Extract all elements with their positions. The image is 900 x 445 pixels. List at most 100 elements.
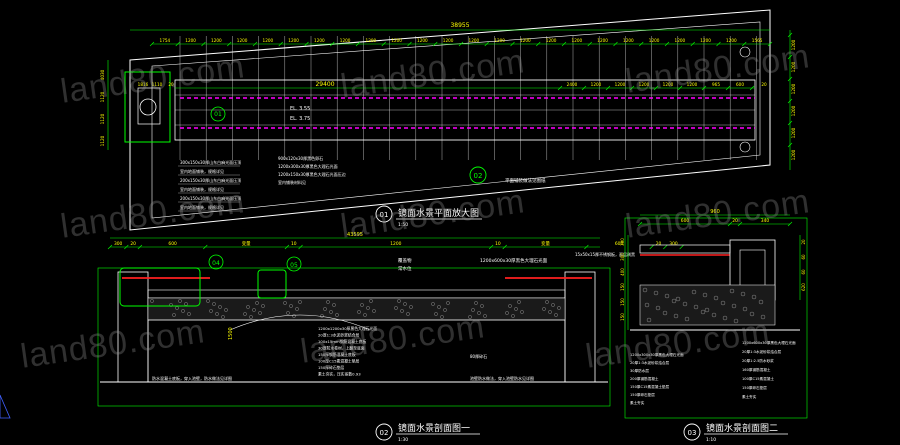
section1-top-dims: 300 20 600 变量 10 1200 10 变量 600 20 300 — [107, 240, 684, 250]
section2-wall-inner — [739, 249, 766, 291]
section2-note-right: 160厚钢筋混凝土 — [742, 367, 771, 372]
section1-dim-vertical: 1500 — [228, 327, 234, 340]
plan-top-dim-label: 1565 — [752, 38, 763, 43]
section2-notes-left: 1200x300x30厚黑色大理石光面 20厚1:3水泥砂浆结合层 30厚防水层 20… — [630, 352, 684, 405]
plan-overall-dim: 38955 — [450, 22, 469, 29]
plan-note-left: 室内地面铺装，规格详见 — [180, 186, 224, 192]
plan-top-dim-label: 1200 — [314, 38, 325, 43]
section1-left-wall — [117, 271, 149, 383]
section1-notes: 1200x1200x30厚黑色大理石光面 20厚1:3水泥砂浆结合层100x15m… — [318, 326, 377, 377]
plan-left-small-dims: 1816 1110 20 — [138, 82, 174, 87]
plan-note-mid: 室内铺装材料见 — [278, 179, 306, 185]
section2-left-vdim: 300 — [620, 253, 625, 261]
section2-note-left: 20厚1:3水泥砂浆结合层 — [630, 360, 670, 365]
plan-top-dim-label: 1200 — [726, 38, 737, 43]
section2-right-vdim: 60 — [801, 254, 806, 260]
level-label-2: EL. 3.75 — [290, 116, 310, 122]
section2-scale: 1:10 — [706, 437, 716, 443]
section1-title: 镜面水景剖面图一 — [398, 422, 470, 434]
section2-slab — [639, 244, 731, 254]
plan-mid-dim-label: 1200 — [663, 82, 674, 87]
section2-note-left: 1200x300x30厚黑色大理石光面 — [630, 352, 684, 357]
plan-top-dim-label: 1200 — [649, 38, 660, 43]
section1-dim-label: 300 — [669, 241, 678, 247]
plan-left-small-dim: 1816 — [138, 82, 149, 87]
plan-title: 镜面水景平面放大图 — [398, 207, 479, 219]
section2-notes-right: 1200x600x30厚黑色大理石光面 20厚1:3水泥砂浆结合层 20厚1:2.5… — [742, 340, 796, 399]
plan-top-dim-label: 1200 — [211, 38, 222, 43]
plan-detail-circle — [139, 98, 157, 116]
section1-note: 30厚防水卷材，上翻至底面 — [318, 346, 365, 351]
plan-notes-mid: 900x120x30厚黑色卵石 1200x300x30厚黑色大理石光面 1200x1… — [278, 155, 346, 185]
plan-right-vdim-label: 1200 — [791, 61, 796, 72]
plan-top-dim-label: 1200 — [263, 38, 274, 43]
section1-note: 100x15mm钢筋混凝土底板 — [318, 339, 367, 344]
dim-tick — [649, 244, 654, 250]
plan-mid-dims: 2400 1200 1200 1200 1200 1200 965 600 20 — [557, 82, 767, 91]
plan-left-vdim-label: 4030 — [100, 69, 105, 80]
section1-label-cover: 覆盖物 — [398, 257, 412, 264]
section1-dim-label: 变量 — [541, 240, 550, 247]
plan-left-small-dim: 20 — [168, 82, 174, 87]
section1-dim-label: 1200 — [390, 241, 401, 247]
section2-note-right: 20厚1:3水泥砂浆结合层 — [742, 349, 782, 354]
section2-note-right: 100厚C15素混凝土 — [742, 376, 774, 381]
section2-dim-label: 600 — [681, 218, 690, 224]
plan-top-dim-label: 1200 — [572, 38, 583, 43]
plan-note-mid: 1200x150x30厚黑色大理石光面压边 — [278, 171, 346, 177]
plan-top-dim-label: 1200 — [288, 38, 299, 43]
plan-right-vdim-label: 1200 — [791, 83, 796, 94]
section2-note-right: 素土夯实 — [742, 394, 757, 399]
plan-mid-dim-label: 2400 — [567, 82, 578, 87]
plan-right-vdim-label: 1200 — [791, 127, 796, 138]
section1-scale: 1:30 — [398, 437, 408, 443]
dim-tick — [663, 244, 668, 250]
plan-top-dim-label: 1200 — [340, 38, 351, 43]
plan-mid-dim-left: 29400 — [315, 81, 334, 88]
plan-left-small-dim: 1110 — [152, 82, 163, 87]
section1-note: 100厚C15素混凝土垫层 — [318, 359, 360, 364]
section2-note-left: 150厚C15素混凝土垫层 — [630, 384, 670, 389]
section1-dim-label: 10 — [495, 241, 501, 247]
plan-mid-dim-label: 20 — [761, 82, 767, 87]
plan-top-dim-label: 1200 — [185, 38, 196, 43]
plan-right-vdim-label: 1200 — [791, 39, 796, 50]
plan-scale: 1:50 — [398, 222, 408, 228]
plan-top-dim-label: 1754 — [160, 38, 171, 43]
section2-note-right: 150厚碎石垫层 — [742, 385, 767, 390]
section1-callout-04: 04 — [212, 260, 220, 267]
section2-note-left: 素土夯实 — [630, 400, 645, 405]
plan-right-vdim-label: 1200 — [791, 105, 796, 116]
section1-label-water: 常水位 — [398, 265, 412, 272]
section1-highlight-mid — [257, 269, 287, 299]
plan-note-left: 200x150x30厚山东白麻光面压顶 — [180, 177, 241, 183]
section2-right-vdims: 20 60 60 620 — [801, 239, 806, 291]
section2-overall: 960 — [710, 209, 720, 215]
plan-left-vdim-label: 1120 — [100, 113, 105, 124]
plan-mid-dim-label: 1200 — [639, 82, 650, 87]
section2-note-left: 150厚碎石垫层 — [630, 392, 655, 397]
section2-dim-label: 340 — [761, 218, 770, 224]
section1-overall: 43595 — [347, 232, 363, 238]
section-view-1: 43595 300 20 600 变量 10 1200 10 变量 600 20 300 04 05… — [97, 232, 684, 443]
plan-top-dim-label: 1200 — [237, 38, 248, 43]
section1-dim-label: 20 — [130, 241, 136, 247]
section2-note-right: 20厚1:2.5防水砂浆 — [742, 358, 774, 363]
section1-note: 素土夯实，压实系数0.93 — [318, 372, 361, 377]
section1-dim-label: 20 — [656, 241, 662, 247]
corner-triangle-marker — [0, 394, 11, 419]
plan-top-dim-label: 1200 — [366, 38, 377, 43]
cad-drawing: 1754 1200 1200 1200 1200 1200 1200 1200 1200 1200… — [0, 9, 808, 443]
plan-left-vdim-label: 1120 — [100, 135, 105, 146]
plan-top-dim-label: 1200 — [546, 38, 557, 43]
plan-top-dim-label: 1200 — [675, 38, 686, 43]
section2-right-vdim: 60 — [801, 269, 806, 275]
plan-notes-left: 300x150x30厚山东白麻光面压顶室内地面铺装，规格详见 200x150x30… — [178, 159, 241, 212]
section-view-2: 960 600 20 340 300 300 400 150 150 150 20 60 60 62… — [620, 209, 808, 443]
section1-callout-05: 05 — [290, 262, 298, 269]
section2-left-vdim: 150 — [620, 298, 625, 306]
plan-mid-dim-label: 1200 — [591, 82, 602, 87]
section2-title: 镜面水景剖面图二 — [706, 422, 778, 434]
dim-tick — [679, 244, 684, 250]
plan-note-mid: 900x120x30厚黑色卵石 — [278, 155, 323, 161]
